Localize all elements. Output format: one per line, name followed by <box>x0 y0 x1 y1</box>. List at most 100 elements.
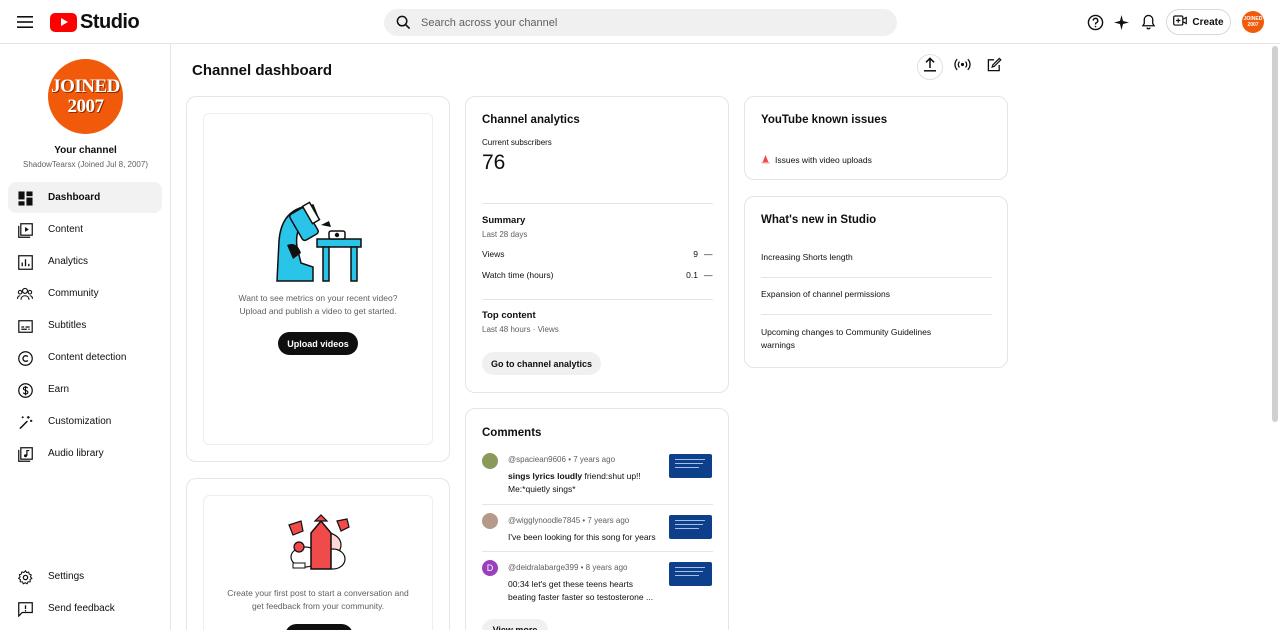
sidebar-item-send-feedback[interactable]: Send feedback <box>8 593 162 624</box>
content-icon <box>17 222 33 238</box>
microscope-illustration <box>276 201 362 282</box>
create-post-cta-button[interactable] <box>285 624 353 630</box>
send-feedback-label: Send feedback <box>48 603 115 614</box>
sidebar-item-label: Community <box>48 288 99 299</box>
menu-icon[interactable] <box>14 12 36 32</box>
top-bar: Studio Create JOINED 2007 <box>0 0 1280 44</box>
known-issue-item[interactable]: Issues with video uploads <box>761 151 872 169</box>
whats-new-item[interactable]: Expansion of channel permissions <box>761 289 961 299</box>
sidebar-item-label: Subtitles <box>48 320 87 331</box>
warning-cone-icon <box>761 151 770 169</box>
video-thumbnail[interactable] <box>669 454 712 478</box>
sparkle-icon[interactable] <box>1111 12 1131 32</box>
sidebar-item-analytics[interactable]: Analytics <box>8 246 162 277</box>
sidebar-item-label: Analytics <box>48 256 89 267</box>
known-issues-card: YouTube known issues Issues with video u… <box>744 96 1008 180</box>
help-icon[interactable] <box>1085 12 1105 32</box>
comment-author[interactable]: @spaciean9606 • 7 years ago <box>508 455 615 464</box>
video-thumbnail[interactable] <box>669 562 712 586</box>
page-title: Channel dashboard <box>192 62 333 79</box>
summary-title: Summary <box>482 215 526 226</box>
divider <box>482 504 713 505</box>
channel-analytics-card: Channel analytics Current subscribers 76… <box>465 96 729 393</box>
views-trend: — <box>704 249 713 259</box>
channel-subtitle: ShadowTearsx (Joined Jul 8, 2007) <box>23 160 148 169</box>
sidebar-item-label: Customization <box>48 416 112 427</box>
comment-text: I've been looking for this song for year… <box>508 532 656 542</box>
sidebar-item-dashboard[interactable]: Dashboard <box>8 182 162 213</box>
search-bar[interactable] <box>384 9 897 36</box>
watch-time-label: Watch time (hours) <box>482 270 554 280</box>
commenter-avatar[interactable] <box>482 513 498 529</box>
community-icon <box>17 286 33 302</box>
community-post-card: Create your first post to start a conver… <box>186 478 450 630</box>
dashboard-icon <box>17 190 33 206</box>
page-scrollbar[interactable] <box>1272 46 1278 422</box>
feedback-icon <box>17 601 33 617</box>
create-button[interactable]: Create <box>1166 9 1231 35</box>
edit-pencil-icon <box>987 57 1002 77</box>
avatar-line1: JOINED <box>51 75 120 97</box>
sidebar-item-customization[interactable]: Customization <box>8 406 162 437</box>
sidebar-item-settings[interactable]: Settings <box>8 561 162 592</box>
sidebar-item-community[interactable]: Community <box>8 278 162 309</box>
create-post-button[interactable] <box>981 54 1007 80</box>
live-broadcast-icon <box>953 58 971 76</box>
sidebar-item-audio-library[interactable]: Audio library <box>8 438 162 469</box>
sidebar-item-label: Content detection <box>48 352 127 363</box>
sidebar-item-subtitles[interactable]: Subtitles <box>8 310 162 341</box>
go-to-analytics-button[interactable]: Go to channel analytics <box>482 352 601 375</box>
divider <box>482 203 713 204</box>
gear-icon <box>17 569 33 585</box>
whats-new-item[interactable]: Increasing Shorts length <box>761 252 961 262</box>
channel-avatar[interactable]: JOINED 2007 <box>48 59 123 134</box>
whats-new-card: What's new in Studio Increasing Shorts l… <box>744 196 1008 368</box>
upload-videos-card: Want to see metrics on your recent video… <box>186 96 450 462</box>
commenter-avatar[interactable]: D <box>482 560 498 576</box>
community-illustration <box>288 514 350 570</box>
account-avatar[interactable]: JOINED 2007 <box>1242 11 1264 33</box>
logo-text: Studio <box>80 10 140 33</box>
channel-title: Your channel <box>54 145 117 156</box>
settings-label: Settings <box>48 571 85 582</box>
divider <box>761 314 992 315</box>
comment-text: sings lyrics loudly friend:shut up!! Me:… <box>508 471 641 494</box>
upload-videos-button[interactable]: Upload videos <box>278 332 358 355</box>
upload-prompt-line1: Want to see metrics on your recent video… <box>238 293 398 303</box>
audio-library-icon <box>17 446 33 462</box>
comment-author[interactable]: @deidralabarge399 • 8 years ago <box>508 563 627 572</box>
whats-new-title: What's new in Studio <box>761 214 877 226</box>
copyright-icon <box>17 350 33 366</box>
search-icon <box>394 14 412 32</box>
create-label: Create <box>1192 16 1224 28</box>
analytics-title: Channel analytics <box>482 114 580 126</box>
divider <box>482 551 713 552</box>
magic-wand-icon <box>17 414 33 430</box>
subscribers-label: Current subscribers <box>482 138 552 147</box>
go-live-button[interactable] <box>949 54 975 80</box>
create-video-icon <box>1173 15 1188 29</box>
sidebar-item-content[interactable]: Content <box>8 214 162 245</box>
upload-button[interactable] <box>917 54 943 80</box>
sidebar-item-earn[interactable]: Earn <box>8 374 162 405</box>
sidebar-item-content-detection[interactable]: Content detection <box>8 342 162 373</box>
subtitles-icon <box>17 318 33 334</box>
comments-card: Comments @spaciean9606 • 7 years ago sin… <box>465 408 729 630</box>
comment-text: 00:34 let's get these teens hearts beati… <box>508 579 654 602</box>
sidebar-item-label: Content <box>48 224 84 235</box>
youtube-play-icon <box>50 12 77 32</box>
video-thumbnail[interactable] <box>669 515 712 539</box>
upload-icon <box>923 57 937 77</box>
studio-logo[interactable]: Studio <box>50 10 140 34</box>
comments-title: Comments <box>482 427 542 439</box>
top-content-title: Top content <box>482 310 536 321</box>
divider <box>482 299 713 300</box>
comment-author[interactable]: @wigglynoodle7845 • 7 years ago <box>508 516 629 525</box>
view-more-comments-button[interactable]: View more <box>482 619 548 630</box>
whats-new-item[interactable]: Upcoming changes to Community Guidelines… <box>761 326 951 352</box>
notifications-bell-icon[interactable] <box>1138 12 1158 32</box>
watch-time-trend: — <box>704 270 713 280</box>
divider <box>761 277 992 278</box>
search-input[interactable] <box>421 16 861 29</box>
commenter-avatar[interactable] <box>482 453 498 469</box>
